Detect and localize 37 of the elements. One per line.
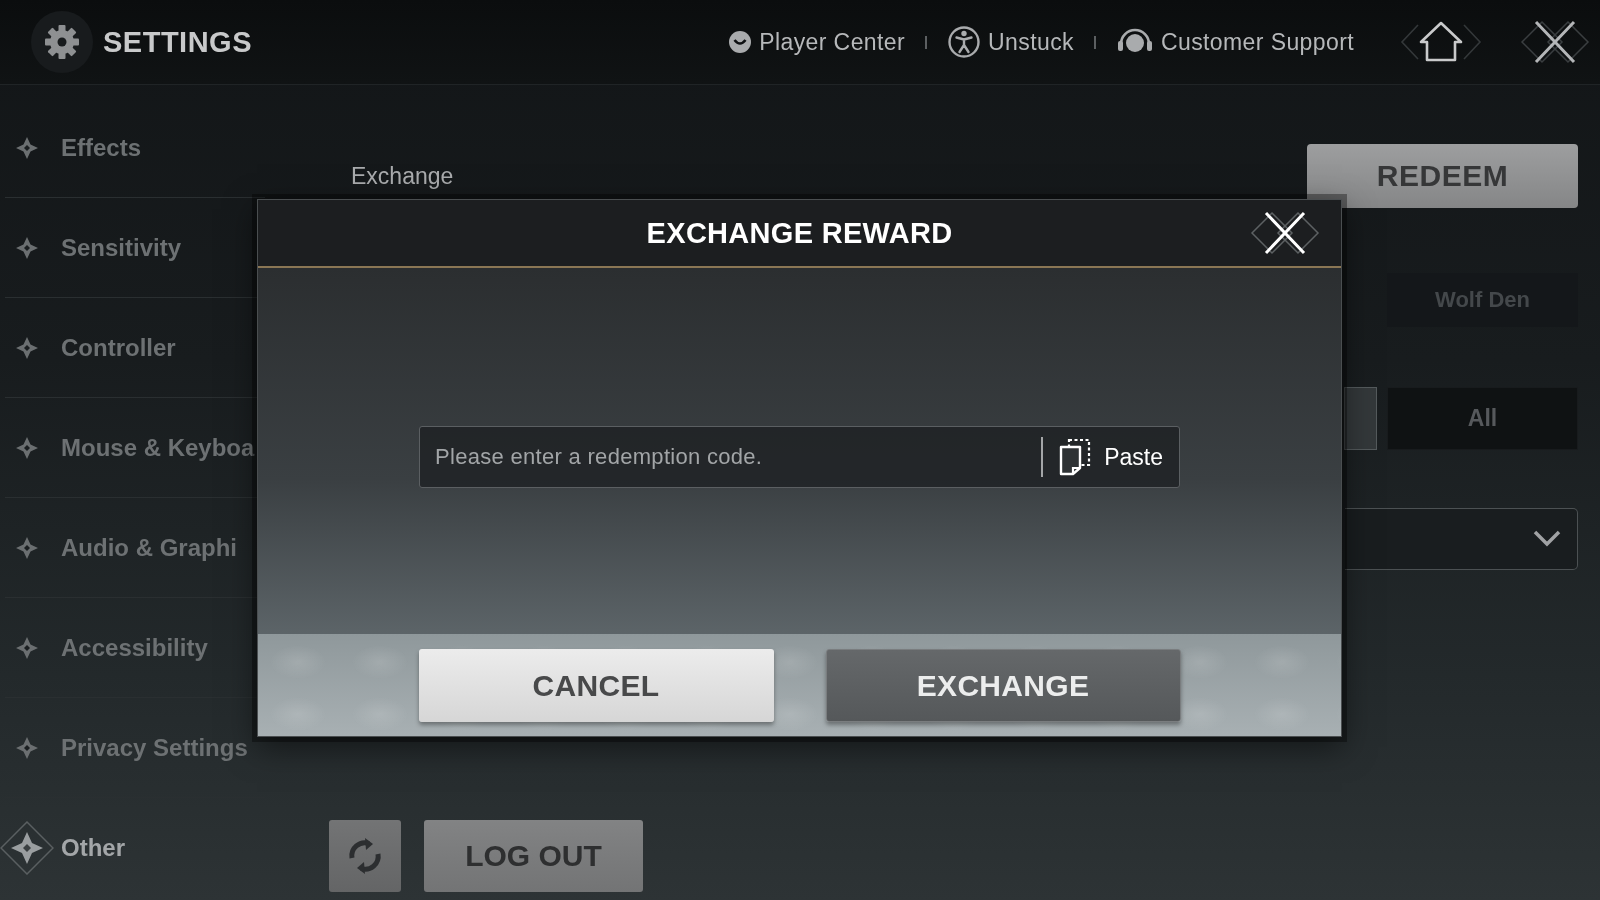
header-link[interactable]: Player Center — [728, 28, 906, 56]
diamond-star-icon — [16, 636, 38, 659]
code-input-field[interactable]: Please enter a redemption code. Paste — [419, 426, 1180, 488]
page-title: SETTINGS — [103, 25, 252, 59]
sidebar-item[interactable]: Sensitivity — [0, 233, 182, 262]
smiley-icon — [728, 30, 753, 54]
diamond-star-icon — [16, 536, 38, 559]
sidebar-item[interactable]: Audio & Graphi — [0, 533, 237, 562]
filter-option[interactable]: All — [1387, 387, 1578, 450]
sidebar-item[interactable]: Effects — [0, 133, 142, 162]
dropdown-field[interactable] — [1345, 508, 1578, 570]
chevron-down-icon — [1533, 530, 1561, 548]
diamond-star-icon — [0, 821, 54, 875]
header-link[interactable]: Customer Support — [1115, 26, 1354, 58]
header-link[interactable]: Unstuck — [947, 25, 1074, 59]
gear-icon — [30, 10, 94, 74]
dialog-title: EXCHANGE REWARD — [646, 216, 953, 250]
redeem-button[interactable]: REDEEM — [1307, 144, 1578, 208]
sidebar-item[interactable]: Mouse & Keyboa — [0, 433, 255, 462]
person-circle-icon — [947, 25, 982, 59]
sidebar-item[interactable]: Controller — [0, 333, 176, 362]
documents-icon — [1058, 438, 1093, 476]
sidebar-item[interactable]: Other — [0, 821, 125, 875]
sidebar-item[interactable]: Accessibility — [0, 633, 208, 662]
diamond-star-icon — [16, 136, 38, 159]
sidebar-item[interactable]: Privacy Settings — [0, 733, 248, 762]
cancel-button[interactable]: CANCEL — [418, 649, 774, 722]
filter-option[interactable] — [1344, 387, 1377, 450]
diamond-star-icon — [16, 436, 38, 459]
diamond-star-icon — [16, 736, 38, 759]
exchange-button[interactable]: EXCHANGE — [825, 649, 1181, 722]
logout-button[interactable]: LOG OUT — [424, 820, 643, 892]
paste-button[interactable]: Paste — [1041, 437, 1179, 477]
section-label: Exchange — [351, 162, 454, 190]
refresh-button[interactable] — [329, 820, 401, 892]
diamond-star-icon — [16, 236, 38, 259]
diamond-star-icon — [16, 336, 38, 359]
